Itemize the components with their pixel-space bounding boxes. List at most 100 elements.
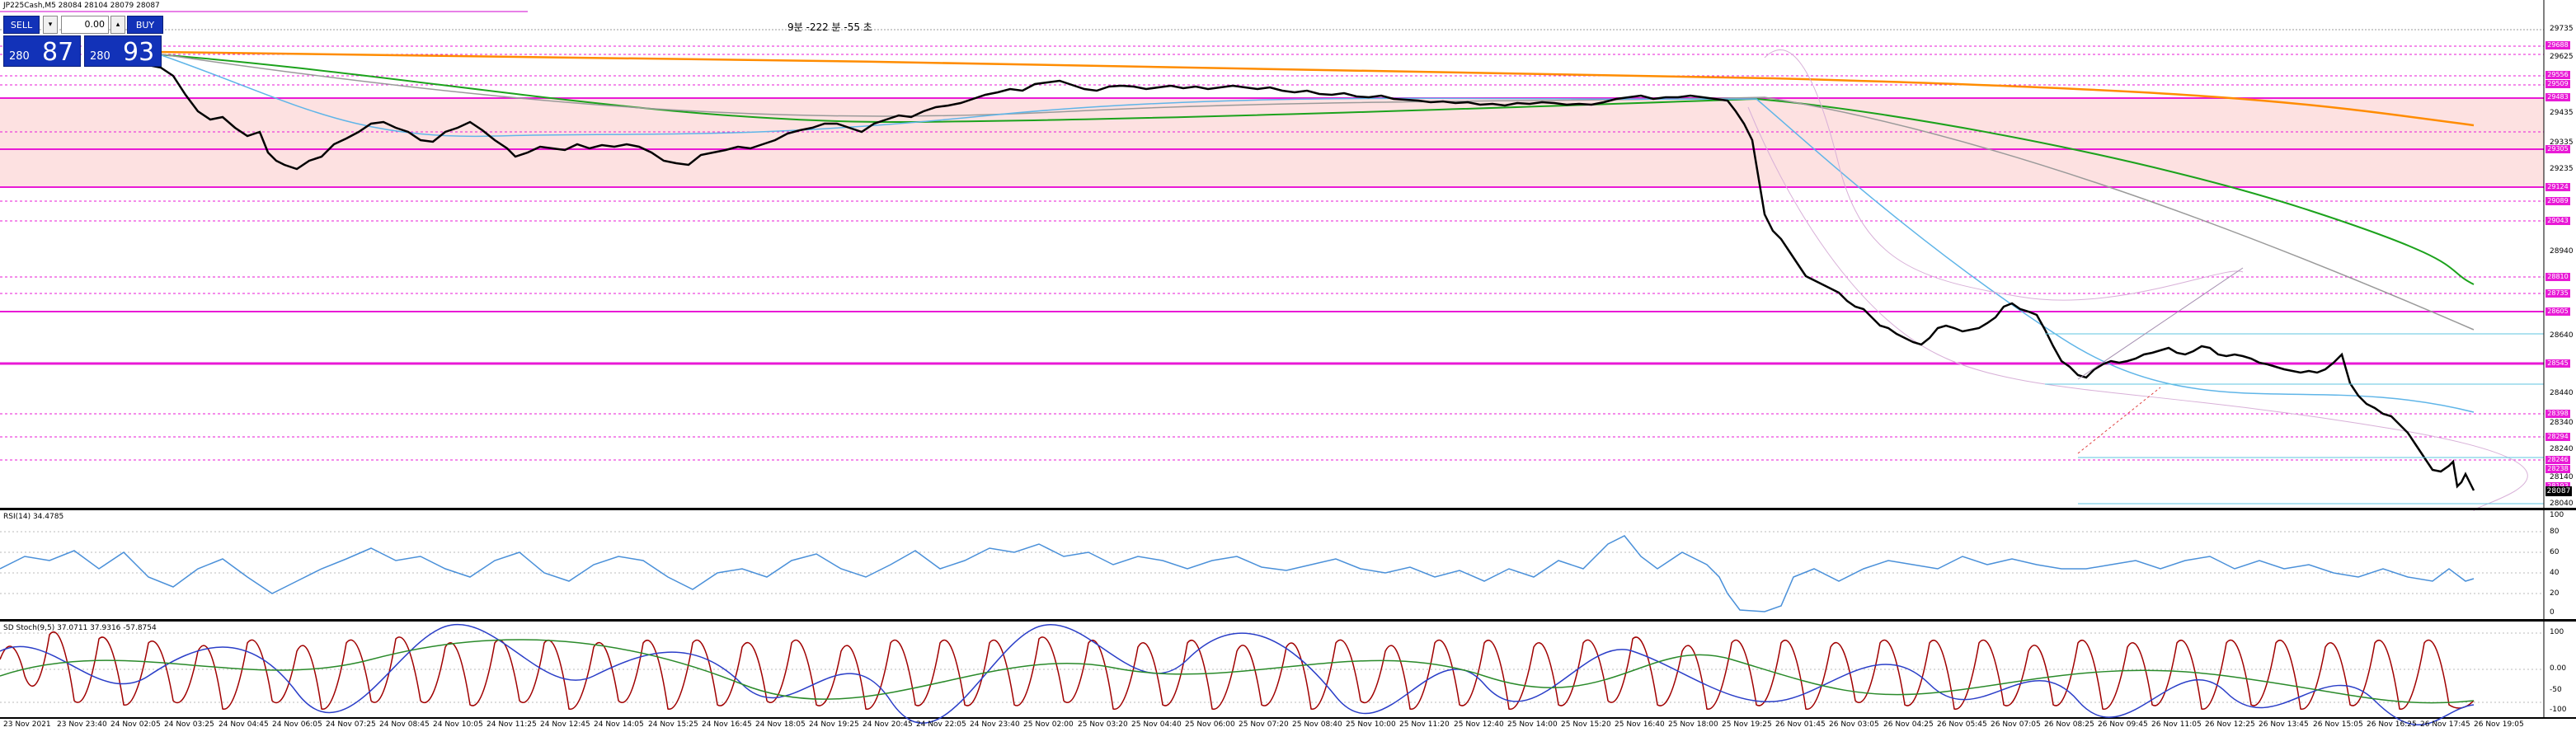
ma-grey xyxy=(156,53,2475,331)
price-label: 28240 xyxy=(2550,445,2574,453)
time-label: 24 Nov 03:25 xyxy=(164,720,214,729)
buy-quote-small: 280 xyxy=(90,50,110,63)
time-label: 25 Nov 06:00 xyxy=(1185,720,1235,729)
level-tag: 29688 xyxy=(2545,41,2570,49)
price-label: 28640 xyxy=(2550,331,2574,340)
buy-quote-big: 93 xyxy=(123,38,155,67)
time-label: 25 Nov 18:00 xyxy=(1668,720,1718,729)
time-label: 26 Nov 04:25 xyxy=(1883,720,1934,729)
price-label: 29435 xyxy=(2550,109,2574,117)
level-tag: 29089 xyxy=(2545,197,2570,205)
level-tag: 28810 xyxy=(2545,273,2570,281)
stoch-level: 100 xyxy=(2550,628,2564,636)
time-label: 26 Nov 17:45 xyxy=(2420,720,2470,729)
rsi-line xyxy=(0,535,2475,612)
rsi-level: 100 xyxy=(2550,511,2564,519)
chevron-up-icon: ▴ xyxy=(115,21,120,29)
time-label: 24 Nov 11:25 xyxy=(487,720,537,729)
time-label: 26 Nov 11:05 xyxy=(2151,720,2202,729)
level-tag: 28735 xyxy=(2545,289,2570,298)
rsi-level: 20 xyxy=(2550,589,2560,598)
time-label: 26 Nov 15:05 xyxy=(2313,720,2363,729)
volume-down-dropdown[interactable]: ▾ xyxy=(43,16,58,34)
pane-separator-time xyxy=(0,717,2576,719)
level-tag: 29043 xyxy=(2545,217,2570,225)
time-label: 25 Nov 16:40 xyxy=(1615,720,1665,729)
time-label: 26 Nov 03:05 xyxy=(1829,720,1879,729)
stoch-red xyxy=(0,631,2475,710)
stoch-levels xyxy=(0,632,2544,703)
time-label: 23 Nov 23:40 xyxy=(57,720,107,729)
time-label: 26 Nov 19:05 xyxy=(2474,720,2524,729)
price-label: 28940 xyxy=(2550,247,2574,256)
stoch-level: -100 xyxy=(2550,706,2567,714)
time-label: 24 Nov 14:05 xyxy=(594,720,644,729)
rsi-level: 40 xyxy=(2550,569,2560,577)
sell-button[interactable]: SELL xyxy=(3,16,40,34)
trend-dashed-red xyxy=(2077,387,2161,454)
price-label: 29235 xyxy=(2550,165,2574,173)
price-label: 28340 xyxy=(2550,419,2574,427)
time-label: 26 Nov 16:25 xyxy=(2367,720,2417,729)
price-label: 29735 xyxy=(2550,25,2574,33)
time-label: 23 Nov 2021 xyxy=(3,720,51,729)
time-label: 24 Nov 22:05 xyxy=(916,720,966,729)
rsi-level: 0 xyxy=(2550,608,2555,617)
volume-input[interactable]: 0.00 xyxy=(61,16,109,34)
pane-separator-rsi xyxy=(0,508,2576,510)
buy-quote[interactable]: 280 93 xyxy=(84,35,162,67)
time-label: 26 Nov 13:45 xyxy=(2259,720,2309,729)
volume-up-dropdown[interactable]: ▴ xyxy=(110,16,125,34)
one-click-trading-panel: SELL ▾ 0.00 ▴ BUY 280 87 280 93 xyxy=(3,16,163,67)
time-label: 26 Nov 05:45 xyxy=(1937,720,1987,729)
time-label: 26 Nov 08:25 xyxy=(2044,720,2094,729)
time-label: 25 Nov 03:20 xyxy=(1078,720,1128,729)
time-label: 24 Nov 06:05 xyxy=(272,720,322,729)
time-label: 26 Nov 12:25 xyxy=(2205,720,2255,729)
sell-quote[interactable]: 280 87 xyxy=(3,35,81,67)
stoch-level: 0.00 xyxy=(2550,664,2567,673)
price-label: 28440 xyxy=(2550,389,2574,397)
level-tag: 29483 xyxy=(2545,93,2570,101)
level-tag: 28398 xyxy=(2545,410,2570,418)
time-label: 24 Nov 15:25 xyxy=(648,720,698,729)
pane-separator-stoch xyxy=(0,619,2576,622)
time-label: 25 Nov 04:40 xyxy=(1131,720,1182,729)
time-label: 24 Nov 02:05 xyxy=(110,720,161,729)
time-label: 25 Nov 08:40 xyxy=(1292,720,1342,729)
level-tag: 28238 xyxy=(2545,465,2570,473)
stoch-label: SD Stoch(9,5) 37.0711 37.9316 -57.8754 xyxy=(3,624,157,632)
price-label: 28040 xyxy=(2550,500,2574,508)
stoch-blue xyxy=(0,623,2475,726)
rsi-levels xyxy=(0,531,2544,594)
pink-zone-upper xyxy=(0,98,2544,149)
time-label: 25 Nov 07:20 xyxy=(1239,720,1289,729)
time-label: 24 Nov 16:45 xyxy=(702,720,752,729)
time-label: 24 Nov 08:45 xyxy=(379,720,430,729)
time-label: 24 Nov 18:05 xyxy=(755,720,806,729)
chart-canvas[interactable] xyxy=(0,0,2576,732)
level-tag: 29305 xyxy=(2545,145,2570,153)
rsi-label: RSI(14) 34.4785 xyxy=(3,513,64,521)
time-label: 25 Nov 02:00 xyxy=(1023,720,1074,729)
time-label: 24 Nov 12:45 xyxy=(540,720,590,729)
level-tag: 29509 xyxy=(2545,80,2570,88)
time-label: 24 Nov 19:25 xyxy=(809,720,859,729)
countdown-timer: 9분 -222 분 -55 초 xyxy=(787,21,872,33)
rsi-level: 60 xyxy=(2550,548,2560,556)
pink-zone-lower xyxy=(0,149,2544,187)
time-label: 25 Nov 15:20 xyxy=(1561,720,1611,729)
price-label: 28140 xyxy=(2550,473,2574,481)
time-label: 24 Nov 10:05 xyxy=(433,720,483,729)
price-label: 29625 xyxy=(2550,53,2574,61)
level-tag: 28246 xyxy=(2545,456,2570,464)
level-tag: 28545 xyxy=(2545,359,2570,368)
symbol-info: JP225Cash,M5 28084 28104 28079 28087 xyxy=(3,2,160,10)
time-label: 25 Nov 11:20 xyxy=(1399,720,1450,729)
time-label: 25 Nov 12:40 xyxy=(1454,720,1504,729)
time-label: 25 Nov 10:00 xyxy=(1346,720,1396,729)
time-label: 24 Nov 04:45 xyxy=(219,720,269,729)
buy-button[interactable]: BUY xyxy=(127,16,163,34)
time-label: 24 Nov 23:40 xyxy=(970,720,1020,729)
fib-lines xyxy=(2045,333,2544,504)
